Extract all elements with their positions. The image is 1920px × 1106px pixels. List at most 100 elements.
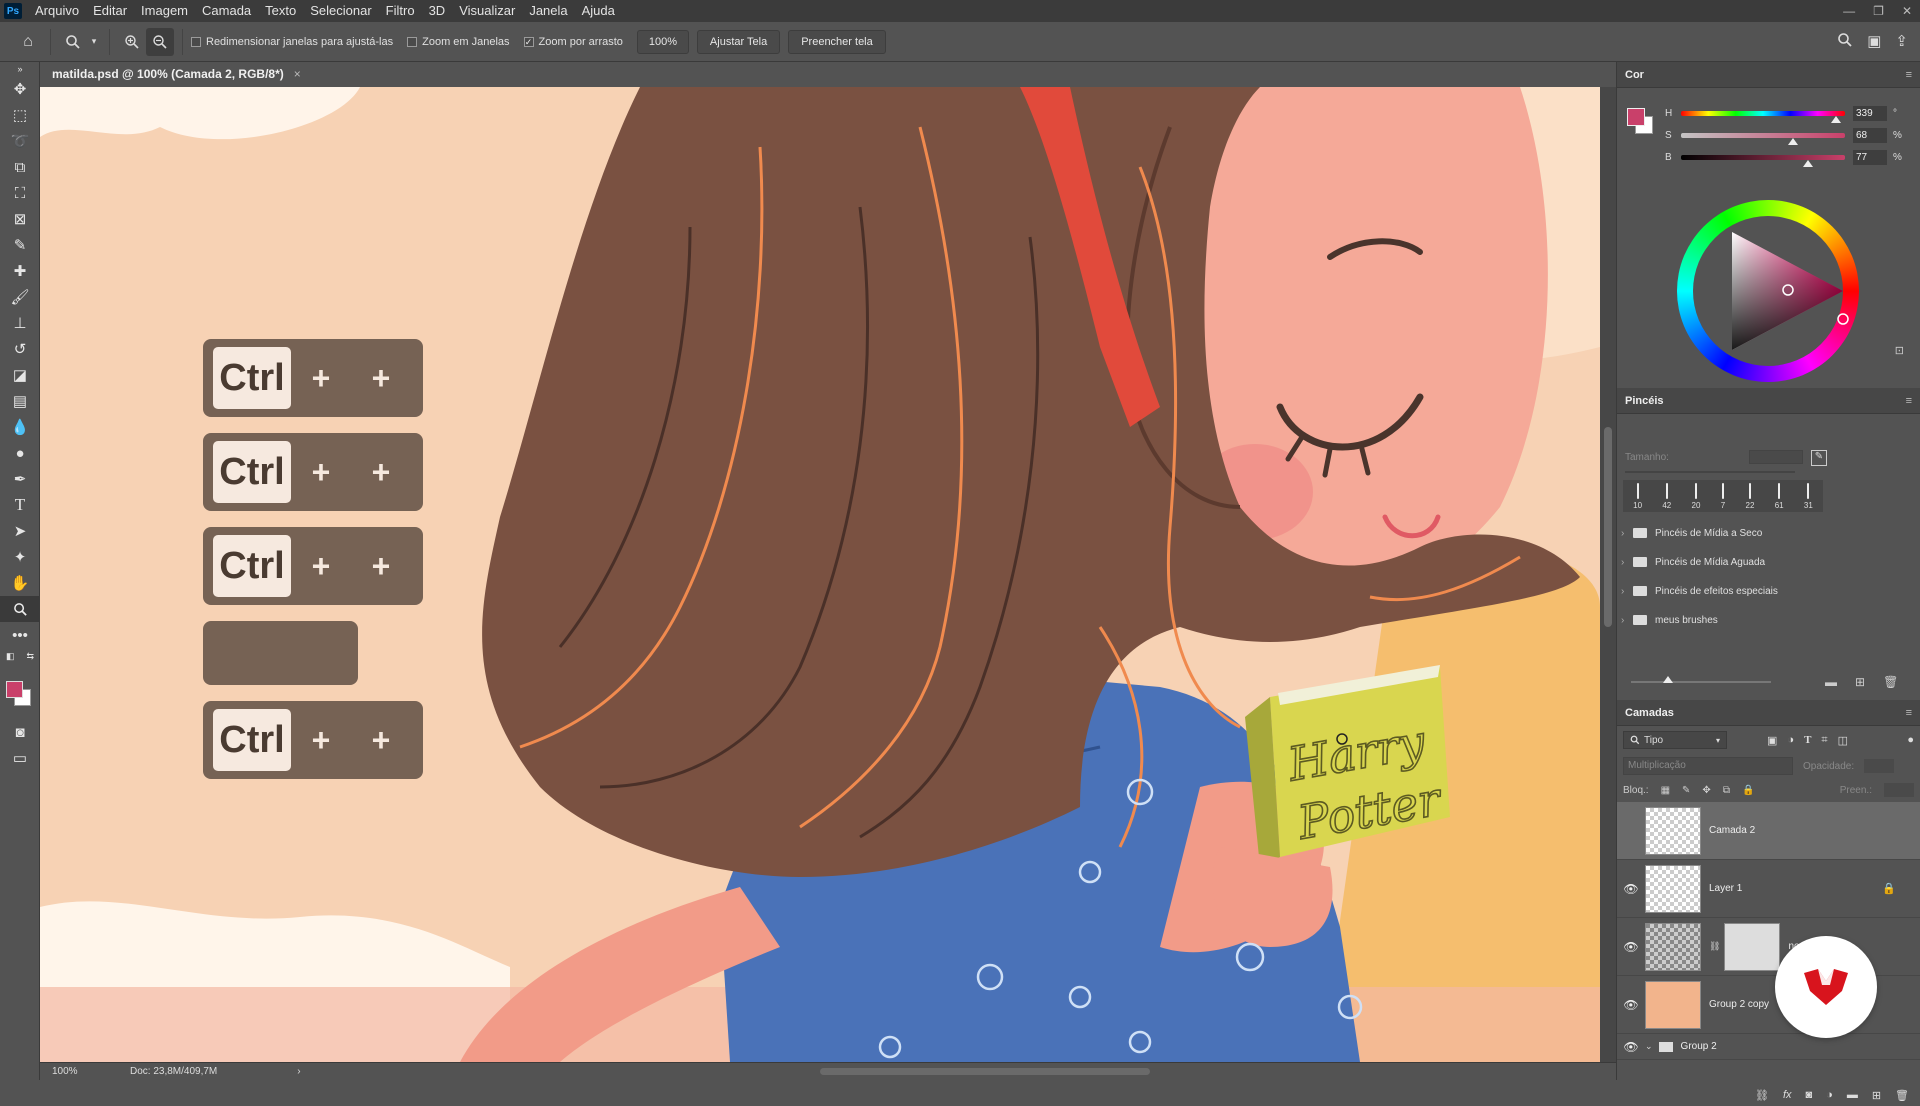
menu-janela[interactable]: Janela xyxy=(522,0,574,22)
more-tools-icon[interactable]: ••• xyxy=(0,622,40,648)
layer-row[interactable]: 👁 ⛓ no...lo copy xyxy=(1617,918,1920,976)
slider-handle[interactable] xyxy=(1663,676,1673,683)
close-icon[interactable]: ✕ xyxy=(1902,4,1912,18)
lock-artboard-icon[interactable]: ⧉ xyxy=(1723,785,1730,796)
eye-icon[interactable]: 👁 xyxy=(1617,940,1645,954)
hue-slider-handle[interactable] xyxy=(1831,115,1841,123)
zoom-windows-checkbox[interactable]: Zoom em Janelas xyxy=(407,36,510,48)
status-arrow-icon[interactable]: › xyxy=(297,1066,300,1077)
opacity-field[interactable] xyxy=(1864,759,1895,773)
brushes-panel-title[interactable]: Pincéis xyxy=(1625,395,1664,407)
crop-tool-icon[interactable]: ⛶ xyxy=(0,180,40,206)
saturation-slider-handle[interactable] xyxy=(1788,137,1798,145)
clone-stamp-tool-icon[interactable]: ⊥ xyxy=(0,310,40,336)
history-brush-tool-icon[interactable]: ↺ xyxy=(0,336,40,362)
link-layers-icon[interactable]: ⛓ xyxy=(1755,1089,1769,1102)
panel-menu-icon[interactable]: ≡ xyxy=(1906,69,1912,81)
brush-folder[interactable]: › Pincéis de Mídia a Seco xyxy=(1621,522,1911,544)
adjustment-layer-icon[interactable]: ◑ xyxy=(1826,1089,1833,1101)
foreground-color-swatch[interactable] xyxy=(6,681,23,698)
new-folder-icon[interactable]: ▬ xyxy=(1825,675,1837,689)
hue-ring-handle[interactable] xyxy=(1837,313,1849,325)
checkbox-box[interactable] xyxy=(407,36,418,47)
scrubby-zoom-checkbox[interactable]: ✓ Zoom por arrasto xyxy=(523,36,623,48)
brush-preset[interactable]: 20 xyxy=(1692,483,1701,510)
document-canvas[interactable]: Harry Potter Ctrl + + Ctrl + + Ctrl + + xyxy=(40,87,1600,1062)
brush-preset[interactable]: 7 xyxy=(1721,483,1725,510)
menu-editar[interactable]: Editar xyxy=(86,0,134,22)
brush-folder[interactable]: › meus brushes xyxy=(1621,609,1911,631)
blur-tool-icon[interactable]: 💧 xyxy=(0,414,40,440)
minimize-icon[interactable]: — xyxy=(1843,4,1855,18)
default-colors-icon[interactable]: ◧ ⇆ xyxy=(0,648,40,664)
layer-thumbnail[interactable] xyxy=(1645,922,1701,971)
trash-icon[interactable]: 🗑 xyxy=(1895,1089,1909,1102)
collapse-icon[interactable]: » xyxy=(0,62,40,76)
fill-field[interactable] xyxy=(1884,783,1914,797)
color-wheel[interactable] xyxy=(1677,200,1859,382)
share-icon[interactable]: ⇪ xyxy=(1895,32,1908,52)
lasso-tool-icon[interactable]: ➰ xyxy=(0,128,40,154)
lock-position-icon[interactable]: ✥ xyxy=(1702,785,1710,796)
brush-preset[interactable]: 10 xyxy=(1633,483,1642,510)
marquee-tool-icon[interactable]: ⬚ xyxy=(0,102,40,128)
close-tab-icon[interactable]: × xyxy=(294,67,301,81)
brightness-value-field[interactable]: 77 xyxy=(1853,149,1887,165)
zoom-tool-icon[interactable] xyxy=(59,28,87,56)
chevron-down-icon[interactable]: ▾ xyxy=(87,28,101,56)
layer-thumbnail[interactable] xyxy=(1645,980,1701,1029)
chevron-down-icon[interactable]: ⌄ xyxy=(1645,1041,1653,1052)
chevron-down-icon[interactable]: ▾ xyxy=(1716,736,1720,745)
saturation-slider[interactable] xyxy=(1681,132,1845,145)
saturation-value-field[interactable]: 68 xyxy=(1853,127,1887,143)
new-brush-icon[interactable]: ✎ xyxy=(1811,450,1827,466)
chevron-right-icon[interactable]: › xyxy=(1621,586,1633,597)
custom-shape-tool-icon[interactable]: ✦ xyxy=(0,544,40,570)
status-zoom[interactable]: 100% xyxy=(40,1066,110,1077)
brush-preset[interactable]: 42 xyxy=(1662,483,1671,510)
panel-menu-icon[interactable]: ≡ xyxy=(1906,707,1912,719)
filter-adjustment-icon[interactable]: ◑ xyxy=(1787,734,1794,746)
eye-icon[interactable]: 👁 xyxy=(1617,998,1645,1012)
hand-tool-icon[interactable]: ✋ xyxy=(0,570,40,596)
filter-toggle-icon[interactable]: ● xyxy=(1907,734,1914,746)
object-select-tool-icon[interactable]: ⧉ xyxy=(0,154,40,180)
filter-pixel-icon[interactable]: ▣ xyxy=(1767,734,1777,747)
move-tool-icon[interactable]: ✥ xyxy=(0,76,40,102)
foreground-color-swatch[interactable] xyxy=(1627,108,1645,126)
menu-visualizar[interactable]: Visualizar xyxy=(452,0,522,22)
frame-tool-icon[interactable]: ⊠ xyxy=(0,206,40,232)
lock-all-icon[interactable]: 🔒 xyxy=(1742,785,1754,796)
layer-row[interactable]: 👁 Layer 1 🔒 xyxy=(1617,860,1920,918)
menu-3d[interactable]: 3D xyxy=(422,0,453,22)
trash-icon[interactable]: 🗑 xyxy=(1883,675,1898,689)
blend-mode-select[interactable]: Multiplicação xyxy=(1623,757,1793,775)
layer-thumbnail[interactable] xyxy=(1645,806,1701,855)
brush-size-field[interactable] xyxy=(1749,450,1803,464)
pen-tool-icon[interactable]: ✒ xyxy=(0,466,40,492)
checkbox-box[interactable] xyxy=(191,36,201,47)
expand-icon[interactable]: ⊡ xyxy=(1895,344,1904,357)
eye-icon[interactable]: 👁 xyxy=(1617,882,1645,896)
reset-colors-icon[interactable]: ◧ xyxy=(6,651,15,662)
hue-value-field[interactable]: 339 xyxy=(1853,105,1887,121)
zoom-out-icon[interactable] xyxy=(146,27,174,56)
brush-folder[interactable]: › Pincéis de efeitos especiais xyxy=(1621,580,1911,602)
path-selection-tool-icon[interactable]: ➤ xyxy=(0,518,40,544)
brush-preset[interactable]: 22 xyxy=(1746,483,1755,510)
layer-mask-thumbnail[interactable] xyxy=(1724,922,1781,971)
new-layer-icon[interactable]: ⊞ xyxy=(1872,1089,1881,1102)
fill-screen-button[interactable]: Preencher tela xyxy=(788,29,886,54)
lock-transparent-icon[interactable]: ▦ xyxy=(1661,785,1670,796)
add-mask-icon[interactable]: ◙ xyxy=(1806,1089,1813,1101)
brightness-slider-handle[interactable] xyxy=(1803,159,1813,167)
workspace-icon[interactable]: ▣ xyxy=(1867,32,1881,52)
menu-texto[interactable]: Texto xyxy=(258,0,303,22)
restore-icon[interactable]: ❐ xyxy=(1873,4,1884,18)
layer-filter-kind[interactable]: Tipo ▾ xyxy=(1623,731,1727,749)
filter-shape-icon[interactable]: ⌗ xyxy=(1821,734,1827,747)
filter-type-icon[interactable]: T xyxy=(1804,734,1811,746)
layer-name[interactable]: Layer 1 xyxy=(1709,883,1742,894)
document-tab[interactable]: matilda.psd @ 100% (Camada 2, RGB/8*) × xyxy=(40,62,313,86)
color-triangle[interactable] xyxy=(1677,200,1859,382)
